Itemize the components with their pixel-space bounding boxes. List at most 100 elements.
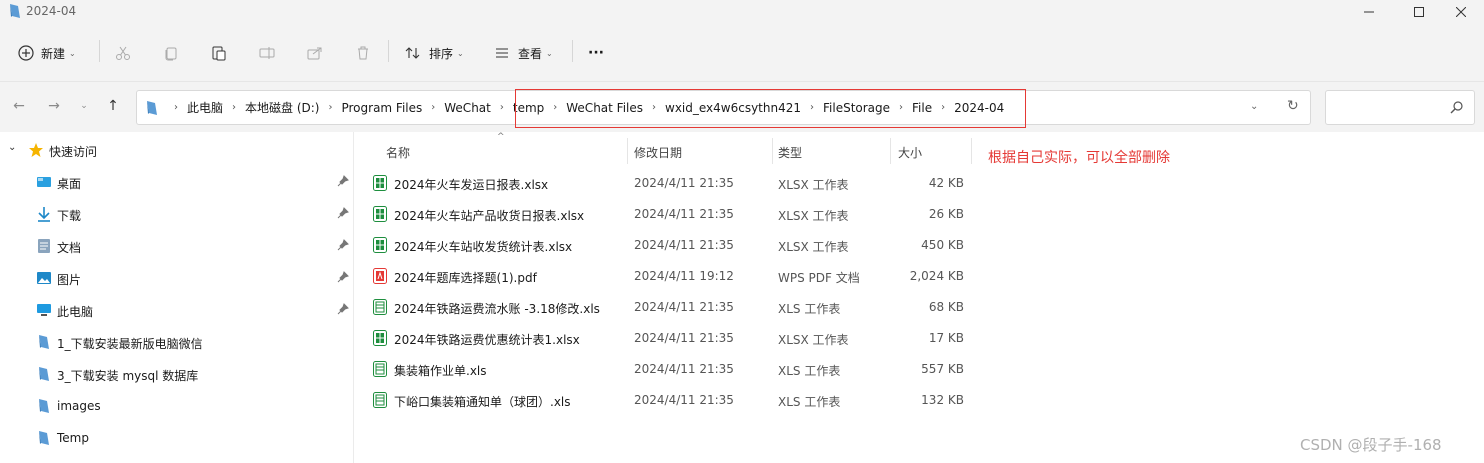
arrow-right-icon: → [48, 98, 60, 114]
sidebar-item-folder[interactable]: 1_下载安装最新版电脑微信 [0, 328, 354, 356]
picture-icon [37, 272, 51, 284]
file-size: 450 KB [921, 238, 964, 252]
column-divider[interactable] [971, 138, 972, 164]
breadcrumb-item[interactable]: temp [513, 101, 544, 115]
chevron-down-icon: ⌄ [546, 48, 553, 58]
sort-button[interactable]: 排序 ⌄ [405, 40, 464, 66]
file-type: XLSX 工作表 [778, 240, 849, 254]
file-row[interactable]: 集装箱作业单.xls 2024/4/11 21:35 XLS 工作表 557 K… [367, 354, 977, 384]
file-name: 2024年题库选择题(1).pdf [394, 271, 537, 285]
view-list-icon [496, 48, 508, 58]
file-list: ^ 名称 修改日期 类型 大小 2024年火车发运日报表.xlsx 2024/4… [355, 132, 985, 463]
download-icon [38, 207, 50, 222]
breadcrumb-item[interactable]: WeChat Files [566, 101, 643, 115]
sort-icon [405, 47, 420, 59]
breadcrumb-item[interactable]: File [912, 101, 932, 115]
new-button[interactable]: 新建 ⌄ [18, 40, 76, 66]
chevron-right-icon: › [328, 102, 333, 113]
column-divider[interactable] [627, 138, 628, 164]
file-row[interactable]: 下峪口集装箱通知单（球团）.xls 2024/4/11 21:35 XLS 工作… [367, 385, 977, 415]
column-divider[interactable] [890, 138, 891, 164]
recent-locations-button[interactable]: ⌄ [74, 96, 94, 116]
back-button[interactable]: ← [9, 96, 29, 116]
breadcrumb-item[interactable]: 2024-04 [954, 101, 1004, 115]
watermark: CSDN @段子手-168 [1300, 436, 1442, 454]
file-modified: 2024/4/11 21:35 [634, 393, 734, 407]
star-icon [29, 143, 43, 157]
forward-button[interactable]: → [44, 96, 64, 116]
chevron-down-icon: ⌄ [69, 48, 76, 58]
sidebar-item-quick-access[interactable]: ⌄ 快速访问 [0, 136, 354, 164]
column-header-name[interactable]: 名称 [386, 140, 410, 164]
paste-button[interactable] [211, 40, 227, 66]
sidebar-item-label: 3_下载安装 mysql 数据库 [57, 369, 199, 383]
wechat-folder-icon [147, 100, 157, 115]
breadcrumb-item[interactable]: 本地磁盘 (D:) [245, 99, 319, 116]
file-row[interactable]: 2024年铁路运费流水账 -3.18修改.xls 2024/4/11 21:35… [367, 292, 977, 322]
close-icon [1456, 7, 1466, 17]
sidebar-item-folder[interactable]: 3_下载安装 mysql 数据库 [0, 360, 354, 388]
file-row[interactable]: 2024年火车站收发货统计表.xlsx 2024/4/11 21:35 XLSX… [367, 230, 977, 260]
file-row[interactable]: 2024年火车站产品收货日报表.xlsx 2024/4/11 21:35 XLS… [367, 199, 977, 229]
close-button[interactable] [1438, 0, 1484, 24]
breadcrumb-item[interactable]: 此电脑 [187, 99, 223, 116]
sidebar-item-downloads[interactable]: 下载 [0, 200, 354, 228]
file-row[interactable]: 2024年题库选择题(1).pdf 2024/4/11 19:12 WPS PD… [367, 261, 977, 291]
maximize-button[interactable] [1396, 0, 1442, 24]
view-button[interactable]: 查看 ⌄ [494, 40, 553, 66]
breadcrumb-item[interactable]: wxid_ex4w6csythn421 [665, 101, 801, 115]
chevron-right-icon: › [652, 102, 656, 113]
search-box[interactable] [1325, 90, 1475, 125]
xls-icon [373, 392, 387, 408]
breadcrumb-item[interactable]: Program Files [341, 101, 422, 115]
sidebar-item-label: 桌面 [57, 177, 82, 191]
chevron-right-icon: › [431, 102, 436, 113]
column-header-type[interactable]: 类型 [778, 140, 802, 164]
sidebar-item-label: Temp [57, 431, 89, 445]
copy-button[interactable] [163, 40, 179, 66]
toolbar-divider [388, 40, 389, 62]
column-header-size[interactable]: 大小 [898, 140, 922, 164]
share-icon [307, 47, 322, 60]
share-button[interactable] [307, 40, 323, 66]
pdf-icon [373, 268, 387, 284]
sidebar-item-label: 下载 [57, 209, 82, 223]
up-button[interactable]: ↑ [103, 96, 123, 116]
sidebar-item-desktop[interactable]: 桌面 [0, 168, 354, 196]
wechat-folder-icon [10, 4, 20, 18]
sidebar-item-folder[interactable]: Temp [0, 424, 354, 452]
sidebar-item-documents[interactable]: 文档 [0, 232, 354, 260]
address-history-dropdown[interactable]: ⌄ [1250, 101, 1258, 112]
rename-button[interactable] [259, 40, 275, 66]
file-modified: 2024/4/11 21:35 [634, 331, 734, 345]
file-type: XLS 工作表 [778, 395, 841, 409]
file-modified: 2024/4/11 21:35 [634, 176, 734, 190]
file-row[interactable]: 2024年火车发运日报表.xlsx 2024/4/11 21:35 XLSX 工… [367, 168, 977, 198]
arrow-up-icon: ↑ [107, 98, 119, 114]
breadcrumb-item[interactable]: WeChat [444, 101, 491, 115]
sort-ascending-icon: ^ [497, 132, 505, 142]
file-type: XLSX 工作表 [778, 209, 849, 223]
chevron-right-icon: › [899, 102, 904, 113]
annotation-note: 根据自己实际，可以全部删除 [988, 150, 1170, 166]
refresh-button[interactable]: ↻ [1287, 98, 1299, 114]
sidebar-item-this-pc[interactable]: 此电脑 [0, 296, 354, 324]
sort-button-label: 排序 [429, 46, 454, 61]
excel-icon [373, 175, 387, 191]
file-size: 17 KB [928, 331, 964, 345]
file-modified: 2024/4/11 21:35 [634, 207, 734, 221]
sidebar-item-pictures[interactable]: 图片 [0, 264, 354, 292]
more-options-button[interactable]: ··· [588, 40, 604, 66]
breadcrumb-item[interactable]: FileStorage [823, 101, 890, 115]
delete-button[interactable] [355, 40, 371, 66]
address-bar[interactable]: › 此电脑 › 本地磁盘 (D:) › Program Files › WeCh… [136, 89, 1311, 128]
pin-icon [337, 271, 349, 283]
sidebar-item-label: 此电脑 [57, 305, 94, 319]
cut-button[interactable] [115, 40, 131, 66]
column-header-modified[interactable]: 修改日期 [634, 140, 682, 164]
minimize-button[interactable] [1346, 0, 1392, 24]
sidebar-item-folder[interactable]: images [0, 392, 354, 420]
column-divider[interactable] [772, 138, 773, 164]
trash-icon [358, 46, 368, 60]
file-row[interactable]: 2024年铁路运费优惠统计表1.xlsx 2024/4/11 21:35 XLS… [367, 323, 977, 353]
